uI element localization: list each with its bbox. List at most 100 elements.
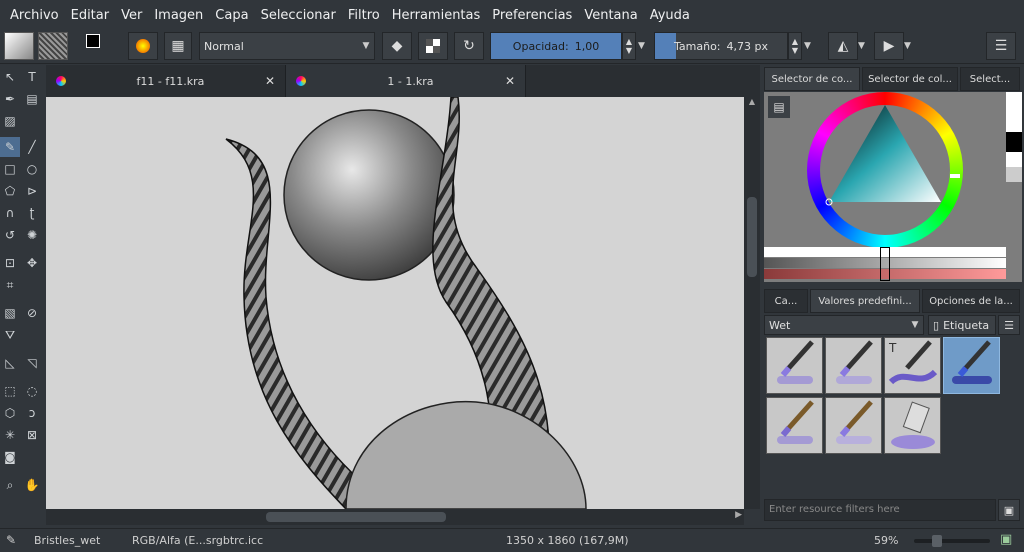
scroll-up-arrow[interactable]: ▲ xyxy=(744,97,760,111)
dynamic-brush-tool[interactable]: ↺ xyxy=(0,225,20,245)
fg-bg-color-selector[interactable] xyxy=(84,32,112,60)
size-spinner[interactable]: ▲ ▼ xyxy=(788,32,802,60)
menu-ventana[interactable]: Ventana xyxy=(578,8,643,23)
preset-wet-tube[interactable] xyxy=(884,397,941,454)
preset-wet-6[interactable] xyxy=(825,397,882,454)
color-picker-tool[interactable]: ⊘ xyxy=(22,303,42,323)
eraser-mode-button[interactable]: ◆ xyxy=(382,32,412,60)
save-preset-button[interactable]: ▣ xyxy=(998,499,1020,521)
menu-capa[interactable]: Capa xyxy=(209,8,254,23)
gradient-tool[interactable]: ▧ xyxy=(0,303,20,323)
toolbar-menu-button[interactable]: ☰ xyxy=(986,32,1016,60)
menu-editar[interactable]: Editar xyxy=(65,8,116,23)
tab-brush-presets[interactable]: Valores predefini... xyxy=(810,289,920,313)
menu-ver[interactable]: Ver xyxy=(115,8,148,23)
scroll-thumb[interactable] xyxy=(747,197,757,277)
zoom-slider-handle[interactable] xyxy=(932,535,942,547)
tab-f11[interactable]: f11 - f11.kra ✕ xyxy=(46,65,286,97)
preset-wet-1[interactable] xyxy=(766,337,823,394)
calligraphy-tool[interactable]: ▤ xyxy=(22,89,42,109)
opacity-menu-arrow[interactable]: ▼ xyxy=(638,32,650,60)
mirror-vertical-button[interactable]: ▶ xyxy=(874,32,904,60)
pattern-edit-tool[interactable]: ▨ xyxy=(0,111,20,131)
edit-shapes-tool[interactable]: ✒ xyxy=(0,89,20,109)
multibrush-tool[interactable]: ✺ xyxy=(22,225,42,245)
freehand-select-tool[interactable]: ↄ xyxy=(22,403,42,423)
close-icon[interactable]: ✕ xyxy=(265,74,275,88)
menu-filtro[interactable]: Filtro xyxy=(342,8,386,23)
menu-preferencias[interactable]: Preferencias xyxy=(486,8,578,23)
mirror-horizontal-button[interactable]: ◭ xyxy=(828,32,858,60)
color-history-strip[interactable] xyxy=(1006,92,1022,282)
polygon-select-tool[interactable]: ⬡ xyxy=(0,403,20,423)
move-tool[interactable]: ✥ xyxy=(22,253,42,273)
select-shapes-tool[interactable]: ↖ xyxy=(0,67,20,87)
canvas-vertical-scrollbar[interactable]: ▲ xyxy=(744,97,760,509)
zoom-tool[interactable]: ⌕ xyxy=(0,475,20,495)
line-tool[interactable]: ╱ xyxy=(22,137,42,157)
assistant-tool[interactable]: ◺ xyxy=(0,353,20,373)
freehand-path-tool[interactable]: ʈ xyxy=(22,203,42,223)
tab-advanced-color-selector[interactable]: Selector de co... xyxy=(764,67,860,91)
preset-tag-select[interactable]: Wet ▼ xyxy=(764,315,924,335)
preset-wet-text[interactable]: T xyxy=(884,337,941,394)
resource-filter-input[interactable]: Enter resource filters here xyxy=(764,499,996,521)
contiguous-select-tool[interactable]: ✳ xyxy=(0,425,20,445)
rectangle-tool[interactable]: □ xyxy=(0,159,20,179)
hue-ring[interactable] xyxy=(807,92,963,248)
blend-mode-select[interactable]: Normal ▼ xyxy=(199,32,375,60)
brush-presets-button[interactable] xyxy=(128,32,158,60)
pan-tool[interactable]: ✋ xyxy=(22,475,42,495)
gradient-swatch[interactable] xyxy=(4,32,34,60)
tab-select[interactable]: Select... xyxy=(960,67,1020,91)
reload-preset-button[interactable]: ↻ xyxy=(454,32,484,60)
size-slider[interactable]: Tamaño: 4,73 px xyxy=(654,32,788,60)
size-menu-arrow[interactable]: ▼ xyxy=(804,32,816,60)
menu-archivo[interactable]: Archivo xyxy=(4,8,65,23)
scroll-right-arrow[interactable]: ▶ xyxy=(735,510,742,520)
preset-view-menu[interactable]: ☰ xyxy=(998,315,1020,335)
preset-wet-5[interactable] xyxy=(766,397,823,454)
tag-menu-button[interactable]: ▯ Etiqueta xyxy=(928,315,996,335)
bezier-tool[interactable]: ∩ xyxy=(0,203,20,223)
tab-tool-options[interactable]: Opciones de la... xyxy=(922,289,1020,313)
polygon-tool[interactable]: ⬠ xyxy=(0,181,20,201)
rect-select-tool[interactable]: ⬚ xyxy=(0,381,20,401)
fill-tool[interactable]: ⛛ xyxy=(0,325,20,345)
canvas-horizontal-scrollbar[interactable]: ▶ xyxy=(46,509,744,525)
tab-ca[interactable]: Ca... xyxy=(764,289,808,313)
opacity-spinner[interactable]: ▲ ▼ xyxy=(622,32,636,60)
tab-color-selector[interactable]: Selector de col... xyxy=(862,67,958,91)
scroll-thumb[interactable] xyxy=(266,512,446,522)
ellipse-tool[interactable]: ○ xyxy=(22,159,42,179)
drawing-canvas[interactable] xyxy=(46,97,744,509)
transform-tool[interactable]: ⊡ xyxy=(0,253,20,273)
brush-editor-button[interactable]: ▦ xyxy=(164,32,192,60)
menu-ayuda[interactable]: Ayuda xyxy=(644,8,696,23)
bezier-select-tool[interactable]: ◙ xyxy=(0,447,20,467)
ellipse-select-tool[interactable]: ◌ xyxy=(22,381,42,401)
mirror-vertical-menu[interactable]: ▼ xyxy=(904,32,916,60)
crop-tool[interactable]: ⌗ xyxy=(0,275,20,295)
similar-select-tool[interactable]: ⊠ xyxy=(22,425,42,445)
preserve-alpha-button[interactable] xyxy=(418,32,448,60)
color-panel-menu-button[interactable]: ▤ xyxy=(768,96,790,118)
opacity-slider[interactable]: Opacidad: 1,00 xyxy=(490,32,622,60)
menu-herramientas[interactable]: Herramientas xyxy=(386,8,487,23)
pattern-swatch[interactable] xyxy=(38,32,68,60)
preset-wet-selected[interactable] xyxy=(943,337,1000,394)
polyline-tool[interactable]: ⊳ xyxy=(22,181,42,201)
measure-tool[interactable]: ◹ xyxy=(22,353,42,373)
preset-wet-2[interactable] xyxy=(825,337,882,394)
mirror-horizontal-menu[interactable]: ▼ xyxy=(858,32,870,60)
wrap-around-icon[interactable]: ▣ xyxy=(1000,532,1012,547)
hue-ring-handle[interactable] xyxy=(950,174,960,178)
menu-seleccionar[interactable]: Seleccionar xyxy=(255,8,342,23)
close-icon[interactable]: ✕ xyxy=(505,74,515,88)
text-tool[interactable]: T xyxy=(22,67,42,87)
tab-1[interactable]: 1 - 1.kra ✕ xyxy=(286,65,526,97)
menu-imagen[interactable]: Imagen xyxy=(148,8,209,23)
saturation-triangle[interactable] xyxy=(807,92,963,248)
freehand-brush-tool[interactable]: ✎ xyxy=(0,137,20,157)
zoom-slider[interactable] xyxy=(914,535,990,547)
